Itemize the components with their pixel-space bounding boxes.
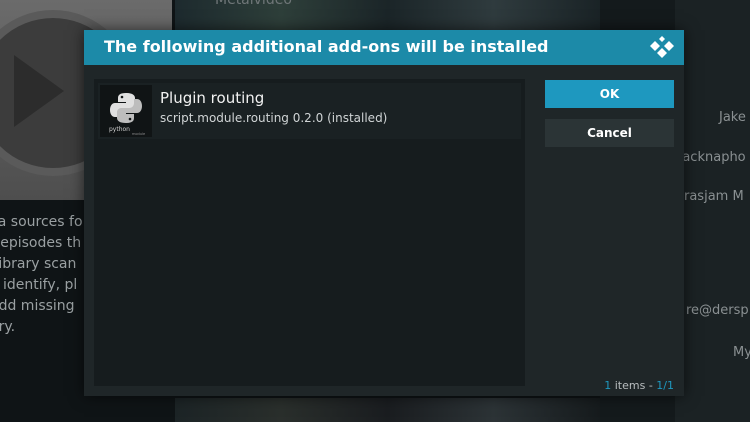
cancel-button[interactable]: Cancel [545, 119, 674, 147]
python-icon: python module [100, 85, 152, 137]
items-count-label: items - [611, 379, 657, 392]
kodi-logo-icon [650, 36, 674, 58]
python-logo-subtext: module [132, 132, 145, 136]
dialog-title: The following additional add-ons will be… [104, 37, 549, 56]
dialog-header: The following additional add-ons will be… [84, 30, 684, 65]
addon-description: script.module.routing 0.2.0 (installed) [160, 111, 388, 125]
python-logo-text: python [109, 126, 130, 133]
addon-install-dialog: The following additional add-ons will be… [84, 30, 684, 396]
background-name: racknapho [677, 150, 746, 165]
background-name: re@dersp [686, 303, 749, 318]
ok-button[interactable]: OK [545, 80, 674, 108]
background-heading: Metalvideo [215, 0, 292, 8]
addon-list: python module Plugin routing script.modu… [94, 79, 525, 386]
page-indicator: 1/1 [656, 379, 674, 392]
background-name: Jake [719, 110, 746, 125]
background-bottom-strip [175, 398, 600, 422]
list-item[interactable]: python module Plugin routing script.modu… [98, 83, 521, 139]
background-name: My [733, 345, 750, 360]
items-counter: 1 items - 1/1 [604, 379, 674, 392]
background-name: rasjam M [684, 189, 744, 204]
play-icon [14, 55, 64, 127]
addon-name: Plugin routing [160, 89, 265, 107]
